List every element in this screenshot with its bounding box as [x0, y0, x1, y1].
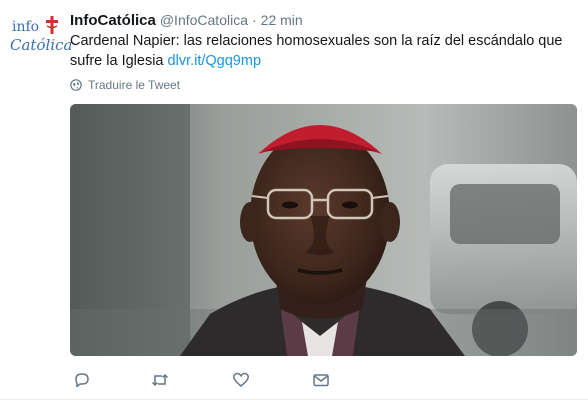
tweet-text: Cardenal Napier: las relaciones homosexu… — [70, 31, 570, 71]
tweet-photo[interactable] — [70, 104, 577, 356]
avatar-logo-text-bottom: Católica — [10, 36, 73, 54]
tweet[interactable]: info Católica InfoCatólica @InfoCatolica ·… — [0, 0, 588, 400]
retweet-button[interactable] — [150, 370, 170, 390]
account-handle[interactable]: @InfoCatolica — [160, 12, 248, 28]
globe-icon — [70, 79, 82, 91]
reply-icon — [75, 373, 89, 388]
like-icon — [233, 372, 249, 387]
tweet-text-body: Cardenal Napier: las relaciones homosexu… — [70, 33, 563, 69]
retweet-icon — [151, 373, 169, 387]
translate-label: Traduire le Tweet — [88, 78, 181, 92]
avatar-logo-text-top: info — [12, 19, 40, 35]
message-icon — [313, 374, 329, 387]
photo-portrait — [70, 104, 577, 356]
avatar[interactable]: info Católica — [10, 12, 72, 62]
cross-icon — [46, 16, 58, 34]
translate-tweet[interactable]: Traduire le Tweet — [70, 76, 180, 94]
tweet-link[interactable]: dlvr.it/Qgq9mp — [168, 53, 262, 69]
message-button[interactable] — [311, 370, 331, 390]
account-name[interactable]: InfoCatólica — [70, 12, 156, 29]
like-button[interactable] — [231, 370, 251, 390]
reply-button[interactable] — [72, 370, 92, 390]
tweet-time[interactable]: 22 min — [261, 12, 303, 28]
separator-dot: · — [252, 12, 257, 28]
tweet-header: InfoCatólica @InfoCatolica · 22 min — [70, 10, 303, 30]
